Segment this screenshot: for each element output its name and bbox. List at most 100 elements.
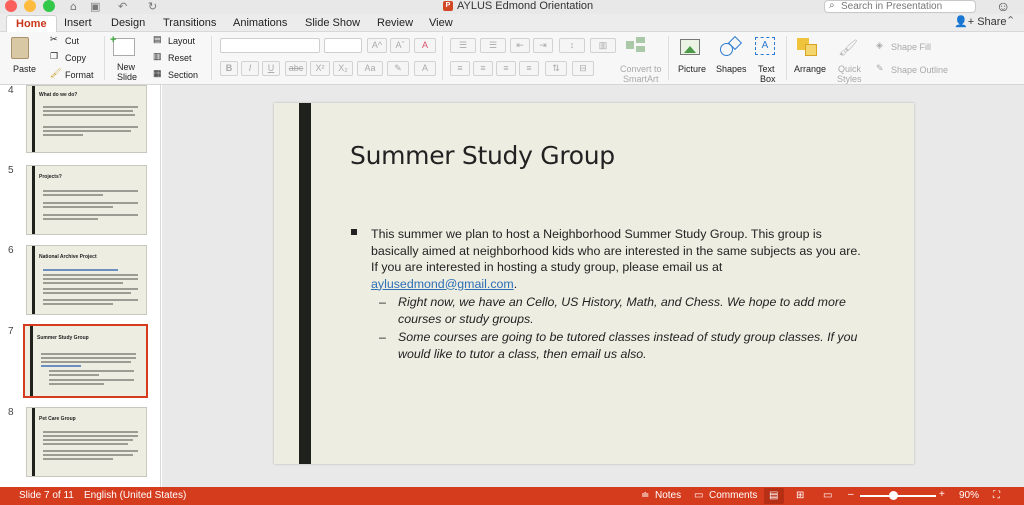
align-left-button[interactable]: ≡ xyxy=(450,61,470,76)
bullets-button[interactable]: ☰ xyxy=(450,38,476,53)
new-slide-label-2[interactable]: Slide xyxy=(117,72,137,82)
zoom-in-button[interactable]: + xyxy=(939,489,945,500)
convert-smartart-label-2[interactable]: SmartArt xyxy=(623,74,659,84)
fit-to-window-icon[interactable]: ⛶ xyxy=(993,490,1000,501)
slide-sorter-view-icon[interactable]: ⊞ xyxy=(796,490,804,501)
slide-7[interactable]: Summer Study Group This summer we plan t… xyxy=(274,103,914,464)
quick-styles-label-1[interactable]: Quick xyxy=(838,64,861,74)
new-slide-label-1[interactable]: New xyxy=(117,62,135,72)
copy-button[interactable]: Copy xyxy=(65,53,86,63)
underline-button[interactable]: U xyxy=(262,61,280,76)
shape-outline-button[interactable]: Shape Outline xyxy=(891,65,948,75)
collapse-ribbon-icon[interactable]: ⌃ xyxy=(1006,14,1015,27)
text-direction-button[interactable]: ⇅ xyxy=(545,61,567,76)
tab-transitions[interactable]: Transitions xyxy=(163,15,216,32)
paste-button[interactable]: Paste xyxy=(13,64,36,74)
subscript-button[interactable]: X₂ xyxy=(333,61,353,76)
layout-button[interactable]: Layout xyxy=(168,36,195,46)
zoom-level[interactable]: 90% xyxy=(959,490,979,501)
clear-formatting-button[interactable]: A xyxy=(414,38,436,53)
reading-view-icon[interactable]: ▭ xyxy=(823,490,832,501)
slide-title[interactable]: Summer Study Group xyxy=(350,141,615,170)
reset-button[interactable]: Reset xyxy=(168,53,192,63)
cut-button[interactable]: Cut xyxy=(65,36,79,46)
slide-thumbnail-4[interactable]: What do we do? xyxy=(26,85,147,153)
zoom-out-button[interactable]: – xyxy=(848,489,854,500)
slide-thumbnail-7-selected[interactable]: Summer Study Group xyxy=(23,324,148,398)
slide-editor-canvas[interactable]: Summer Study Group This summer we plan t… xyxy=(162,85,1024,487)
tab-slide-show[interactable]: Slide Show xyxy=(305,15,360,32)
justify-button[interactable]: ≡ xyxy=(519,61,539,76)
strikethrough-button[interactable]: abc xyxy=(285,61,307,76)
convert-smartart-label-1[interactable]: Convert to xyxy=(620,64,662,74)
grow-font-button[interactable]: A^ xyxy=(367,38,387,53)
shrink-font-button[interactable]: Aˇ xyxy=(390,38,410,53)
sub-bullet-item[interactable]: – Some courses are going to be tutored c… xyxy=(351,329,871,362)
text-box-label-1[interactable]: Text xyxy=(758,64,775,74)
new-slide-icon[interactable]: + xyxy=(110,34,135,56)
font-size-select[interactable] xyxy=(324,38,362,53)
shape-fill-button[interactable]: Shape Fill xyxy=(891,42,931,52)
tab-home[interactable]: Home xyxy=(6,15,57,32)
italic-button[interactable]: I xyxy=(241,61,259,76)
close-window-button[interactable] xyxy=(5,0,17,12)
increase-indent-button[interactable]: ⇥ xyxy=(533,38,553,53)
slide-thumbnail-pane[interactable]: 4 What do we do? 5 Projects? 6 National … xyxy=(0,85,161,487)
minimize-window-button[interactable] xyxy=(24,0,36,12)
email-link[interactable]: aylusedmond@gmail.com xyxy=(371,277,514,291)
redo-icon[interactable]: ↻ xyxy=(148,0,157,13)
text-box-label-2[interactable]: Box xyxy=(760,74,776,84)
font-color-button[interactable]: A xyxy=(414,61,436,76)
paste-icon[interactable] xyxy=(11,37,29,59)
line-spacing-button[interactable]: ↕ xyxy=(559,38,585,53)
format-painter-button[interactable]: Format xyxy=(65,70,94,80)
highlight-button[interactable]: ✎ xyxy=(387,61,409,76)
zoom-slider-handle[interactable] xyxy=(889,491,898,500)
zoom-slider[interactable] xyxy=(860,495,936,497)
change-case-button[interactable]: Aa xyxy=(357,61,383,76)
quick-styles-label-2[interactable]: Styles xyxy=(837,74,862,84)
tab-design[interactable]: Design xyxy=(111,15,145,32)
bullet-item[interactable]: This summer we plan to host a Neighborho… xyxy=(351,226,871,292)
zoom-window-button[interactable] xyxy=(43,0,55,12)
align-right-button[interactable]: ≡ xyxy=(496,61,516,76)
smartart-icon[interactable] xyxy=(626,37,646,55)
sub-bullet-item[interactable]: – Right now, we have an Cello, US Histor… xyxy=(351,294,871,327)
slide-thumbnail-5[interactable]: Projects? xyxy=(26,165,147,235)
search-input[interactable]: ⌕ Search in Presentation xyxy=(824,0,976,13)
tab-view[interactable]: View xyxy=(429,15,453,32)
home-icon[interactable]: ⌂ xyxy=(70,0,77,13)
share-button[interactable]: 👤+ Share xyxy=(954,15,1007,28)
shapes-icon[interactable] xyxy=(718,35,744,57)
font-name-select[interactable] xyxy=(220,38,320,53)
arrange-button[interactable]: Arrange xyxy=(794,64,826,74)
picture-button[interactable]: Picture xyxy=(678,64,706,74)
feedback-smiley-icon[interactable]: ☺ xyxy=(996,0,1010,14)
numbering-button[interactable]: ☰ xyxy=(480,38,506,53)
comments-button[interactable]: Comments xyxy=(709,490,757,501)
text-box-icon[interactable]: A xyxy=(755,37,775,55)
quick-styles-icon[interactable]: 🖌 xyxy=(838,38,858,57)
superscript-button[interactable]: X² xyxy=(310,61,330,76)
undo-icon[interactable]: ↶ xyxy=(118,0,127,13)
tab-animations[interactable]: Animations xyxy=(233,15,287,32)
align-center-button[interactable]: ≡ xyxy=(473,61,493,76)
reset-icon: ▥ xyxy=(153,51,162,61)
tab-review[interactable]: Review xyxy=(377,15,413,32)
align-text-button[interactable]: ⊟ xyxy=(572,61,594,76)
slide-body[interactable]: This summer we plan to host a Neighborho… xyxy=(351,226,871,362)
shapes-button[interactable]: Shapes xyxy=(716,64,747,74)
arrange-icon[interactable] xyxy=(797,38,819,56)
section-button[interactable]: Section xyxy=(168,70,198,80)
save-icon[interactable]: ▣ xyxy=(90,0,100,13)
columns-button[interactable]: ▥ xyxy=(590,38,616,53)
language-status[interactable]: English (United States) xyxy=(84,490,186,501)
notes-button[interactable]: Notes xyxy=(655,490,681,501)
decrease-indent-button[interactable]: ⇤ xyxy=(510,38,530,53)
slide-thumbnail-6[interactable]: National Archive Project xyxy=(26,245,147,315)
normal-view-button[interactable]: ▤ xyxy=(764,488,784,504)
bold-button[interactable]: B xyxy=(220,61,238,76)
picture-icon[interactable] xyxy=(680,39,700,55)
tab-insert[interactable]: Insert xyxy=(64,15,92,32)
slide-thumbnail-8[interactable]: Pet Care Group xyxy=(26,407,147,477)
